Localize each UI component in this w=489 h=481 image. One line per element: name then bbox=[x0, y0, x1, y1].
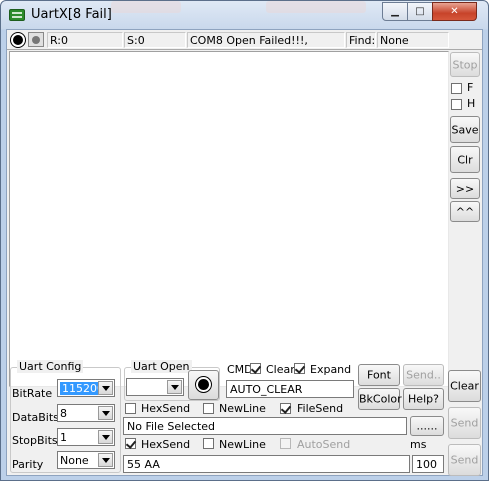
cmd-expand-label: Expand bbox=[310, 363, 352, 376]
port-select[interactable] bbox=[126, 378, 184, 396]
power-icon bbox=[196, 377, 211, 392]
newline2-label: NewLine bbox=[219, 438, 266, 451]
chevron-down-icon[interactable] bbox=[98, 406, 113, 420]
hexsend-checkbox[interactable] bbox=[125, 403, 136, 414]
bkcolor-button[interactable]: BkColor bbox=[358, 388, 402, 410]
send-dots-button[interactable]: Send.. bbox=[403, 364, 444, 386]
sent-count: S:0 bbox=[124, 32, 186, 48]
bitrate-select[interactable]: 115200 bbox=[57, 379, 115, 397]
cmd-clear-checkbox[interactable] bbox=[250, 363, 261, 374]
clear-button[interactable]: Clear bbox=[448, 370, 481, 402]
font-button[interactable]: Font bbox=[358, 364, 400, 386]
filesend-label: FileSend bbox=[297, 402, 344, 415]
send-file-button[interactable]: Send bbox=[448, 407, 481, 439]
f-label: F bbox=[467, 81, 474, 94]
serial-port-icon bbox=[9, 9, 25, 21]
cmd-clear-label: Clear bbox=[266, 363, 295, 376]
minimize-button[interactable]: ▁ bbox=[382, 2, 408, 21]
clr-button[interactable]: Clr bbox=[450, 146, 480, 173]
stopbits-label: StopBits bbox=[12, 434, 58, 447]
record-icon[interactable] bbox=[11, 33, 25, 47]
bitrate-label: BitRate bbox=[12, 387, 53, 400]
scroll-up-button[interactable]: ^^ bbox=[450, 201, 480, 222]
databits-label: DataBits bbox=[12, 411, 59, 424]
stopbits-select[interactable]: 1 bbox=[57, 428, 115, 446]
cmd-input[interactable]: AUTO_CLEAR bbox=[226, 380, 354, 398]
browse-file-button[interactable]: ...... bbox=[410, 416, 444, 436]
cmd-label: CMD bbox=[227, 363, 253, 376]
status-bar: R:0 S:0 COM8 Open Failed!!!, Find: None bbox=[7, 30, 482, 50]
file-path-field[interactable]: No File Selected bbox=[123, 417, 407, 435]
newline2-checkbox[interactable] bbox=[203, 438, 214, 449]
close-button[interactable]: ✕ bbox=[432, 2, 477, 21]
f-checkbox[interactable] bbox=[451, 83, 462, 94]
find-label: Find: bbox=[346, 32, 376, 48]
find-value[interactable]: None bbox=[377, 32, 449, 48]
hexsend2-checkbox[interactable] bbox=[125, 438, 136, 449]
chevron-down-icon[interactable] bbox=[98, 381, 113, 395]
save-button[interactable]: Save bbox=[450, 116, 480, 143]
stop-button[interactable]: Stop bbox=[450, 52, 480, 77]
chevron-down-icon[interactable] bbox=[98, 453, 113, 467]
window-title: UartX[8 Fail] bbox=[31, 7, 112, 22]
filesend-checkbox[interactable] bbox=[280, 403, 291, 414]
status-message: COM8 Open Failed!!!, bbox=[187, 32, 345, 48]
chevron-down-icon[interactable] bbox=[98, 430, 113, 444]
newline-label: NewLine bbox=[219, 402, 266, 415]
clear-icon[interactable] bbox=[28, 32, 44, 47]
blurred-background-area bbox=[111, 1, 181, 13]
newline-checkbox[interactable] bbox=[203, 403, 214, 414]
autosend-label: AutoSend bbox=[297, 438, 351, 451]
h-checkbox[interactable] bbox=[451, 99, 462, 110]
title-bar[interactable]: UartX[8 Fail] ▁ □ ✕ bbox=[1, 1, 488, 29]
send-button[interactable]: Send bbox=[448, 444, 481, 476]
hexsend2-label: HexSend bbox=[141, 438, 191, 451]
ms-label: ms bbox=[410, 438, 427, 451]
next-button[interactable]: >> bbox=[450, 178, 480, 199]
databits-select[interactable]: 8 bbox=[57, 404, 115, 422]
client-area: R:0 S:0 COM8 Open Failed!!!, Find: None … bbox=[6, 29, 483, 476]
cmd-expand-checkbox[interactable] bbox=[294, 363, 305, 374]
parity-select[interactable]: None bbox=[57, 451, 115, 469]
parity-label: Parity bbox=[12, 458, 44, 471]
app-window: UartX[8 Fail] ▁ □ ✕ R:0 S:0 COM8 Open Fa… bbox=[0, 0, 489, 481]
send-data-input[interactable]: 55 AA bbox=[123, 455, 410, 473]
uart-config-title: Uart Config bbox=[17, 360, 84, 373]
hexsend-label: HexSend bbox=[141, 402, 191, 415]
h-label: H bbox=[467, 97, 476, 110]
help-button[interactable]: Help? bbox=[403, 388, 444, 410]
receive-textarea[interactable] bbox=[9, 51, 449, 387]
chevron-down-icon[interactable] bbox=[167, 380, 182, 394]
interval-input[interactable]: 100 bbox=[412, 455, 444, 473]
autosend-checkbox[interactable] bbox=[280, 438, 291, 449]
received-count: R:0 bbox=[47, 32, 123, 48]
uart-open-title: Uart Open bbox=[131, 360, 192, 373]
maximize-button[interactable]: □ bbox=[407, 2, 433, 21]
blurred-background-area bbox=[266, 1, 366, 13]
open-port-button[interactable] bbox=[188, 370, 219, 400]
